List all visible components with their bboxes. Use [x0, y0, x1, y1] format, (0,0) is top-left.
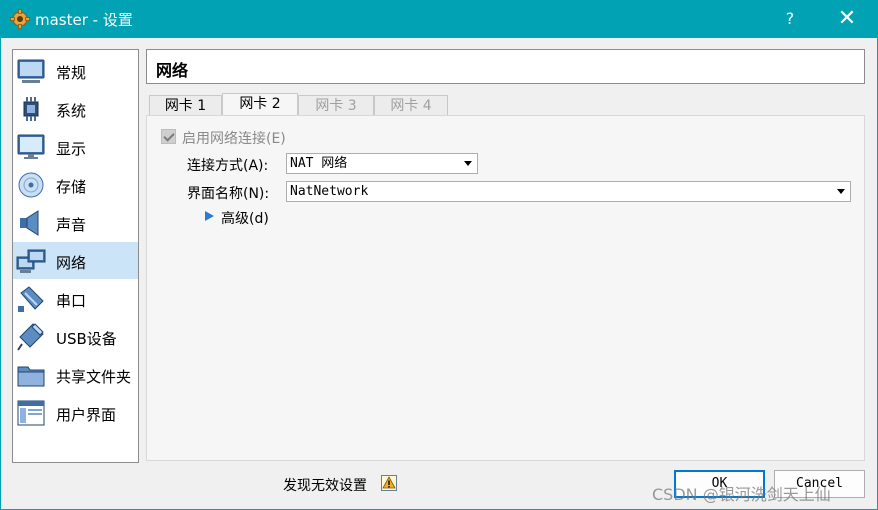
- adapter-panel: 启用网络连接(E) 连接方式(A): NAT 网络 界面名称(N): NatNe…: [146, 115, 865, 461]
- adapter-tabs: 网卡 1 网卡 2 网卡 3 网卡 4: [146, 93, 865, 117]
- sidebar-item-label: 串口: [56, 292, 87, 310]
- sidebar-item-serial[interactable]: 串口: [13, 280, 138, 317]
- sidebar-item-label: 常规: [56, 64, 87, 82]
- window-title: master - 设置: [35, 11, 133, 29]
- system-chip-icon: [23, 97, 39, 121]
- sidebar-item-user-interface[interactable]: 用户界面: [13, 394, 138, 431]
- storage-disc-icon: [18, 172, 44, 198]
- close-button[interactable]: ✕: [832, 5, 862, 33]
- general-monitor-icon: [17, 59, 45, 83]
- display-icon: [17, 134, 45, 159]
- sidebar-item-storage[interactable]: 存储: [13, 166, 138, 203]
- invalid-settings-text: 发现无效设置: [283, 478, 367, 494]
- tab-adapter-2[interactable]: 网卡 2: [222, 93, 298, 117]
- sidebar-item-label: 共享文件夹: [56, 368, 132, 386]
- enable-adapter-label: 启用网络连接(E): [182, 131, 286, 147]
- chevron-down-icon: [837, 189, 845, 194]
- sidebar-item-audio[interactable]: 声音: [13, 204, 138, 241]
- network-icon: [16, 249, 46, 273]
- dialog-body: 常规 系统 显示 存储 声音 网络 串口 USB设备 共享文件夹 用户界面 网络…: [1, 38, 877, 509]
- sidebar-item-label: 存储: [56, 178, 87, 196]
- sidebar-item-general[interactable]: 常规: [13, 52, 138, 89]
- advanced-toggle-label[interactable]: 高级(d): [221, 208, 269, 228]
- interface-name-label: 界面名称(N):: [187, 186, 270, 202]
- title-bar: master - 设置 ? ✕: [0, 0, 878, 38]
- attached-to-label: 连接方式(A):: [187, 158, 269, 174]
- attached-to-value: NAT 网络: [290, 156, 348, 171]
- sidebar-item-display[interactable]: 显示: [13, 128, 138, 165]
- tab-adapter-3[interactable]: 网卡 3: [298, 95, 374, 116]
- settings-window: master - 设置 ? ✕ 常规 系统 显示 存储 声音 网络 串口 USB…: [0, 0, 878, 510]
- warning-icon[interactable]: [381, 475, 397, 491]
- page-header: 网络: [146, 49, 865, 84]
- expand-triangle-icon[interactable]: [203, 210, 215, 222]
- speaker-icon: [20, 210, 39, 236]
- tab-adapter-1[interactable]: 网卡 1: [149, 95, 222, 116]
- sidebar-item-network[interactable]: 网络: [13, 242, 138, 279]
- sidebar-item-label: 声音: [56, 216, 87, 234]
- sidebar-item-label: 显示: [56, 140, 87, 158]
- help-button[interactable]: ?: [776, 5, 804, 33]
- interface-name-value: NatNetwork: [290, 184, 369, 199]
- usb-icon: [17, 323, 44, 351]
- watermark-text: CSDN @银河洗剑天上仙: [652, 485, 831, 504]
- tab-adapter-4[interactable]: 网卡 4: [374, 95, 448, 116]
- settings-sidebar: 常规 系统 显示 存储 声音 网络 串口 USB设备 共享文件夹 用户界面: [12, 49, 139, 463]
- user-interface-icon: [17, 400, 45, 426]
- sidebar-item-shared-folders[interactable]: 共享文件夹: [13, 356, 138, 393]
- sidebar-item-label: 网络: [56, 254, 87, 272]
- attached-to-select[interactable]: NAT 网络: [286, 153, 478, 174]
- sidebar-item-system[interactable]: 系统: [13, 90, 138, 127]
- sidebar-item-label: USB设备: [56, 330, 117, 348]
- enable-adapter-checkbox[interactable]: [161, 129, 176, 144]
- gear-icon: [10, 9, 30, 29]
- serial-port-icon: [18, 286, 44, 312]
- sidebar-item-label: 系统: [56, 102, 87, 120]
- sidebar-item-usb[interactable]: USB设备: [13, 318, 138, 355]
- interface-name-select[interactable]: NatNetwork: [286, 181, 851, 202]
- chevron-down-icon: [464, 161, 472, 166]
- page-title: 网络: [156, 61, 189, 80]
- sidebar-item-label: 用户界面: [56, 406, 117, 424]
- shared-folder-icon: [17, 366, 45, 387]
